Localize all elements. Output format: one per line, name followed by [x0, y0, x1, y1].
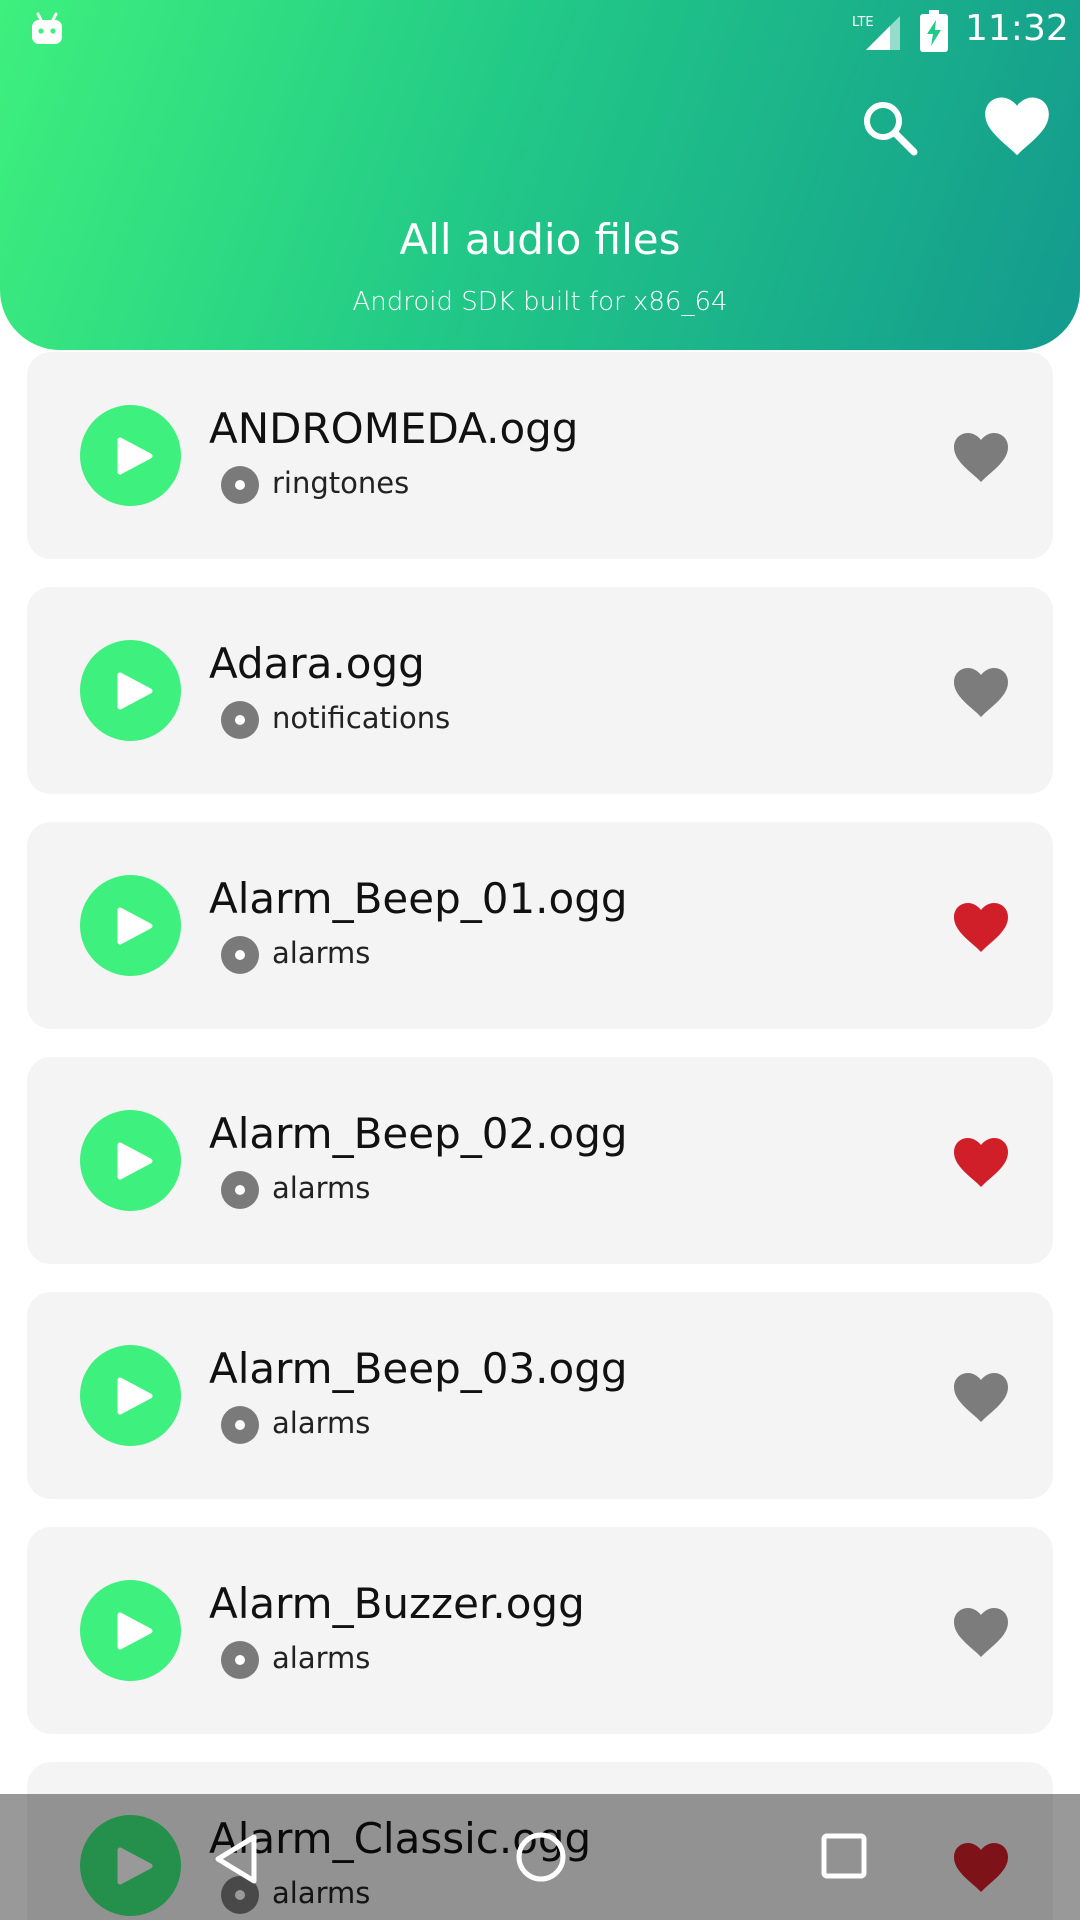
heart-icon[interactable] [953, 432, 1009, 484]
play-button[interactable] [80, 640, 181, 741]
lte-signal-icon: LTE [852, 15, 900, 50]
app-screen: ANDROMEDA.ogg ringtones Adara.ogg notifi… [0, 0, 1080, 1920]
disc-icon [221, 1171, 259, 1209]
play-icon [117, 1377, 153, 1415]
folder-name: alarms [272, 1171, 371, 1205]
heart-icon[interactable] [953, 902, 1009, 954]
audio-list-item[interactable]: Alarm_Beep_03.ogg alarms [27, 1292, 1053, 1499]
android-icon [32, 12, 62, 44]
app-header: LTE 11:32 All audio files Android SDK bu… [0, 0, 1080, 350]
play-button[interactable] [80, 1580, 181, 1681]
battery-charging-icon [920, 10, 948, 52]
folder-name: ringtones [272, 466, 410, 500]
audio-list-item[interactable]: Alarm_Beep_01.ogg alarms [27, 822, 1053, 1029]
file-name: Adara.ogg [209, 639, 425, 688]
play-icon [117, 437, 153, 475]
play-icon [117, 907, 153, 945]
folder-name: notifications [272, 701, 451, 735]
play-icon [117, 672, 153, 710]
search-icon[interactable] [858, 96, 922, 160]
folder-name: alarms [272, 1406, 371, 1440]
folder-name: alarms [272, 1641, 371, 1675]
play-button[interactable] [80, 405, 181, 506]
file-name: Alarm_Buzzer.ogg [209, 1579, 585, 1628]
recents-icon[interactable] [820, 1832, 868, 1880]
device-subtitle: Android SDK built for x86_64 [352, 287, 728, 317]
status-clock: 11:32 [965, 8, 1069, 49]
disc-icon [221, 936, 259, 974]
navigation-bar [0, 1794, 1080, 1920]
file-name: Alarm_Beep_03.ogg [209, 1344, 628, 1393]
page-title: All audio files [399, 215, 681, 264]
file-name: ANDROMEDA.ogg [209, 404, 579, 453]
back-icon[interactable] [210, 1832, 264, 1886]
heart-icon[interactable] [953, 1137, 1009, 1189]
heart-icon[interactable] [953, 1607, 1009, 1659]
audio-list-item[interactable]: ANDROMEDA.ogg ringtones [27, 352, 1053, 559]
network-label: LTE [852, 15, 874, 30]
play-button[interactable] [80, 1110, 181, 1211]
disc-icon [221, 1641, 259, 1679]
disc-icon [221, 466, 259, 504]
disc-icon [221, 701, 259, 739]
file-name: Alarm_Beep_01.ogg [209, 874, 628, 923]
heart-icon[interactable] [953, 1372, 1009, 1424]
play-button[interactable] [80, 1345, 181, 1446]
home-icon[interactable] [514, 1830, 568, 1884]
file-name: Alarm_Beep_02.ogg [209, 1109, 628, 1158]
audio-list-item[interactable]: Adara.ogg notifications [27, 587, 1053, 794]
heart-icon[interactable] [953, 667, 1009, 719]
audio-list-item[interactable]: Alarm_Buzzer.ogg alarms [27, 1527, 1053, 1734]
favorites-heart-icon[interactable] [984, 94, 1050, 160]
play-button[interactable] [80, 875, 181, 976]
disc-icon [221, 1406, 259, 1444]
play-icon [117, 1142, 153, 1180]
status-bar: LTE 11:32 [0, 0, 1080, 62]
folder-name: alarms [272, 936, 371, 970]
play-icon [117, 1612, 153, 1650]
audio-list-item[interactable]: Alarm_Beep_02.ogg alarms [27, 1057, 1053, 1264]
